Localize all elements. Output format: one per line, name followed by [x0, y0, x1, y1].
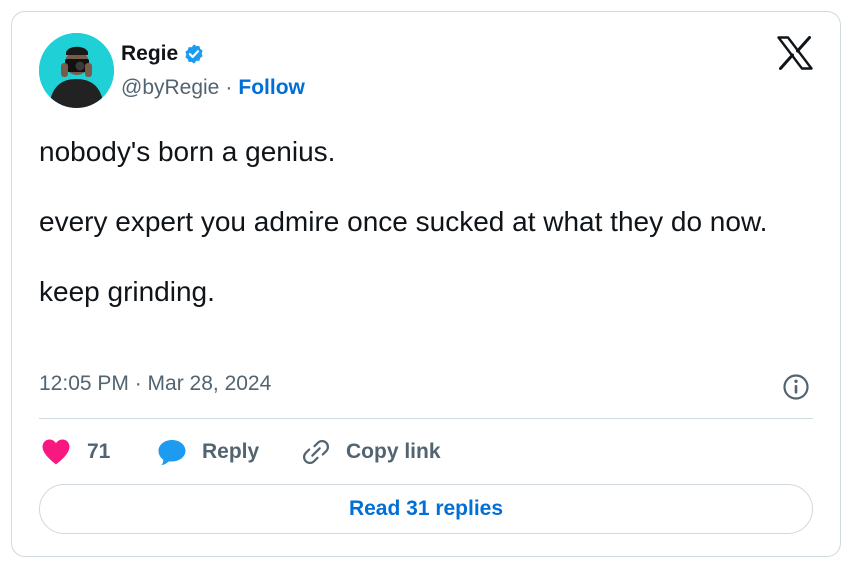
- tweet-line: nobody's born a genius.: [39, 136, 336, 167]
- author-handle[interactable]: @byRegie: [121, 76, 219, 100]
- reply-button[interactable]: Reply: [157, 435, 259, 469]
- read-replies-button[interactable]: Read 31 replies: [39, 484, 813, 534]
- tweet-line: keep grinding.: [39, 276, 215, 307]
- link-icon: [302, 439, 330, 465]
- author-handle-row: @byRegie · Follow: [121, 75, 305, 101]
- tweet-timestamp[interactable]: 12:05 PM · Mar 28, 2024: [39, 372, 271, 396]
- tweet-card: Regie @byRegie · Follow nobody's born a …: [11, 11, 841, 557]
- heart-icon: [42, 439, 70, 465]
- copy-link-label: Copy link: [346, 440, 441, 463]
- copy-link-button[interactable]: Copy link: [301, 435, 441, 469]
- tweet-line: every expert you admire once sucked at w…: [39, 206, 768, 237]
- tweet-text: nobody's born a genius. every expert you…: [39, 134, 809, 309]
- verified-badge-icon: [185, 44, 203, 64]
- like-button[interactable]: 71: [41, 435, 110, 469]
- x-logo-icon[interactable]: [777, 36, 813, 70]
- author-name-row: Regie: [121, 40, 205, 68]
- separator-dot: ·: [225, 76, 233, 99]
- divider: [39, 418, 813, 419]
- avatar[interactable]: [39, 33, 114, 108]
- reply-label: Reply: [202, 440, 260, 463]
- like-count: 71: [87, 440, 111, 463]
- speech-bubble-icon: [158, 440, 186, 465]
- author-display-name[interactable]: Regie: [121, 42, 178, 66]
- follow-button[interactable]: Follow: [238, 76, 305, 100]
- avatar-photo: [39, 33, 114, 108]
- info-icon[interactable]: [782, 373, 810, 401]
